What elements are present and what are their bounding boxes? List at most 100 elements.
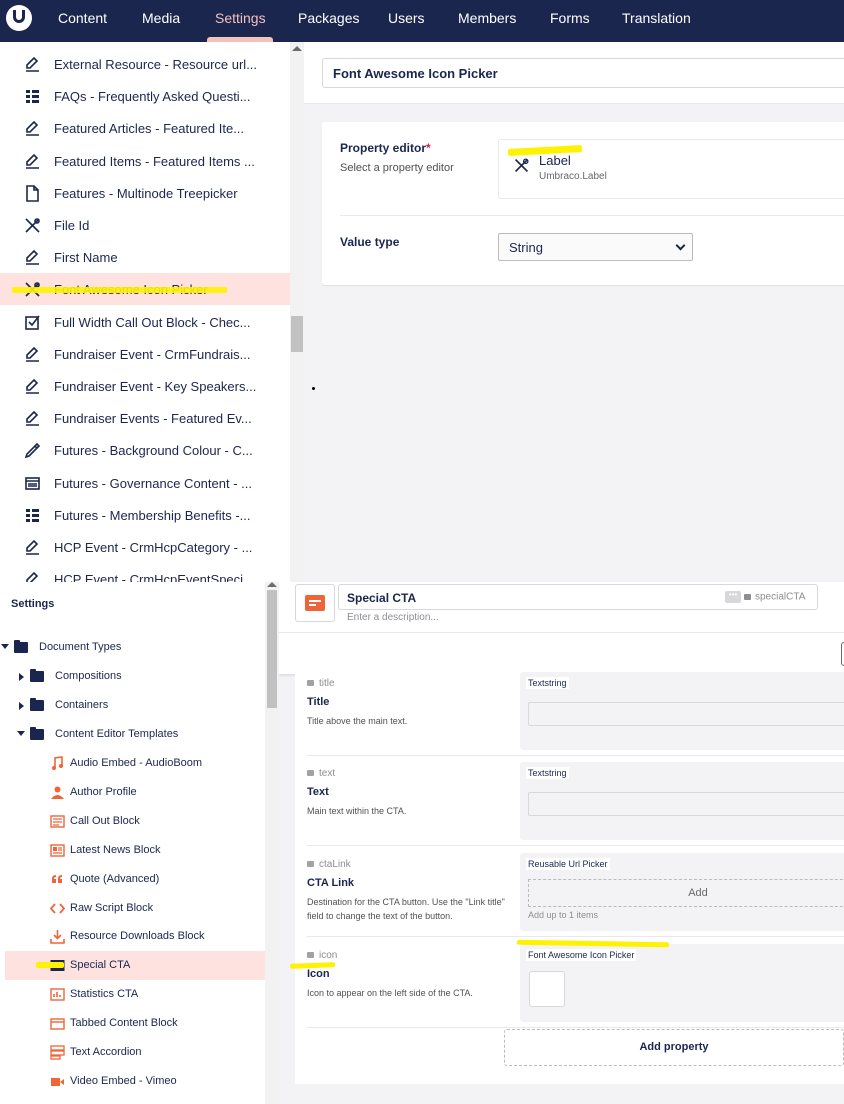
tree-item[interactable]: HCP Event - CrmHcpEventSpeci... [0, 563, 290, 582]
property-preview: Textstring [520, 672, 844, 750]
nav-packages[interactable]: Packages [290, 0, 367, 42]
umbraco-logo-icon[interactable] [6, 5, 32, 31]
tree-item-label: Fundraiser Events - Featured Ev... [54, 411, 252, 427]
edit-icon [24, 378, 41, 395]
tree-item[interactable]: Featured Items - Featured Items ... [0, 145, 290, 177]
tree-item-label: Call Out Block [70, 814, 140, 827]
scroll-up-arrow-icon[interactable] [267, 582, 277, 587]
nav-settings[interactable]: Settings [207, 0, 274, 42]
top-navigation: Content Media Settings Packages Users Me… [0, 0, 844, 42]
tree-item-content-editor-templates[interactable]: Content Editor Templates [0, 720, 265, 749]
tree-item-label: Resource Downloads Block [70, 930, 205, 943]
folder-icon [30, 727, 44, 740]
list-icon [24, 88, 41, 105]
caret-down-icon[interactable] [1, 644, 9, 649]
property-row-title[interactable]: title Title Title above the main text. T… [307, 666, 844, 756]
tree-item[interactable]: Features - Multinode Treepicker [0, 177, 290, 209]
tools-icon [513, 157, 533, 177]
tree-item-template[interactable]: Call Out Block [5, 807, 265, 836]
tree-item-label: Content Editor Templates [55, 728, 179, 740]
document-icon [24, 184, 41, 202]
tree-item-template[interactable]: Audio Embed - AudioBoom [5, 749, 265, 778]
tree-item-label: Futures - Governance Content - ... [54, 475, 252, 491]
datatype-name-input[interactable]: Font Awesome Icon Picker [322, 58, 844, 88]
scroll-up-arrow-icon[interactable] [292, 46, 302, 51]
tree-item-template[interactable]: Text Accordion [5, 1038, 265, 1067]
nav-content[interactable]: Content [50, 0, 115, 42]
tree-item-template[interactable]: Statistics CTA [5, 980, 265, 1009]
code-icon [49, 901, 66, 916]
tree-item-template[interactable]: Author Profile [5, 778, 265, 807]
tree-item[interactable]: Fundraiser Events - Featured Ev... [0, 402, 290, 434]
property-row-text[interactable]: text Text Main text within the CTA. Text… [307, 756, 844, 846]
property-row-cta-link[interactable]: ctaLink CTA Link Destination for the CTA… [307, 847, 844, 937]
tree-item-label: First Name [54, 250, 118, 266]
doctype-icon-picker[interactable] [295, 584, 335, 622]
tree-item[interactable]: Futures - Membership Benefits -... [0, 499, 290, 531]
tree-item[interactable]: HCP Event - CrmHcpCategory - ... [0, 531, 290, 563]
tree-item-label: Statistics CTA [70, 988, 139, 1001]
tree-item-template[interactable]: Quote (Advanced) [5, 865, 265, 894]
tree-item-template[interactable]: Raw Script Block [5, 894, 265, 923]
tree-item[interactable]: Featured Articles - Featured Ite... [0, 112, 290, 144]
lock-icon[interactable] [744, 594, 751, 600]
tree-item[interactable]: Futures - Background Colour - C... [0, 434, 290, 466]
value-type-select[interactable]: String [498, 233, 693, 261]
tree-item-label: Fundraiser Event - CrmFundrais... [54, 346, 251, 362]
edit-icon [24, 410, 41, 427]
tree-item-document-types[interactable]: Document Types [0, 633, 265, 662]
tree-item[interactable]: Futures - Governance Content - ... [0, 467, 290, 499]
folder-icon [30, 669, 44, 682]
tree-item[interactable]: Fundraiser Event - Key Speakers... [0, 370, 290, 402]
tree-item[interactable]: First Name [0, 241, 290, 273]
doctype-alias[interactable]: ••• specialCTA [725, 591, 805, 603]
nav-members[interactable]: Members [450, 0, 524, 42]
more-icon[interactable]: ••• [725, 591, 741, 603]
doctype-editor: Special CTA ••• specialCTA Enter a descri… [279, 582, 844, 1104]
highlight-mark [36, 962, 64, 968]
tree-item-template[interactable]: Latest News Block [5, 836, 265, 865]
tree-item-label: Featured Items - Featured Items ... [54, 153, 255, 169]
tree-item[interactable]: External Resource - Resource url... [0, 48, 290, 80]
property-name: Title [307, 696, 330, 708]
tree-item[interactable]: File Id [0, 209, 290, 241]
id-card-icon [305, 595, 325, 611]
scrollbar-thumb[interactable] [267, 590, 277, 708]
tree-item-label: Fundraiser Event - Key Speakers... [54, 379, 257, 394]
tree-item-label: HCP Event - CrmHcpCategory - ... [54, 540, 253, 555]
preview-hint: Add up to 1 items [528, 910, 599, 920]
tree-item[interactable]: Full Width Call Out Block - Chec... [0, 306, 290, 338]
property-editor-type: Textstring [526, 767, 569, 779]
doctype-description-input[interactable]: Enter a description... [347, 612, 439, 623]
tree-item-template[interactable]: Resource Downloads Block [5, 922, 265, 951]
tree-item-label: FAQs - Frequently Asked Questi... [54, 89, 251, 105]
settings-tree-scrollbar[interactable] [265, 582, 279, 1104]
nav-media[interactable]: Media [134, 0, 188, 42]
property-row-icon[interactable]: icon Icon Icon to appear on the left sid… [307, 938, 844, 1028]
nav-forms[interactable]: Forms [542, 0, 598, 42]
caret-right-icon[interactable] [19, 702, 24, 710]
tree-item[interactable]: Fundraiser Event - CrmFundrais... [0, 338, 290, 370]
property-name: Text [307, 786, 329, 798]
tree-item-label: Audio Embed - AudioBoom [70, 757, 203, 769]
tree-item-label: Special CTA [70, 959, 131, 972]
tree-item[interactable]: FAQs - Frequently Asked Questi... [0, 80, 290, 112]
add-property-button[interactable]: Add property [504, 1029, 844, 1066]
tree-scrollbar[interactable] [290, 42, 304, 582]
tree-item-containers[interactable]: Containers [0, 691, 265, 720]
scrollbar-thumb[interactable] [291, 316, 303, 352]
stats-icon [50, 987, 65, 1002]
tree-item-label: Quote (Advanced) [70, 872, 160, 885]
quote-icon [50, 872, 65, 887]
chevron-down-icon [675, 240, 686, 251]
settings-section-title: Settings [11, 598, 55, 610]
caret-right-icon[interactable] [19, 673, 24, 681]
nav-users[interactable]: Users [380, 0, 433, 42]
stray-dot [312, 387, 315, 390]
caret-down-icon[interactable] [17, 731, 25, 736]
nav-translation[interactable]: Translation [614, 0, 699, 42]
property-alias: icon [307, 950, 337, 961]
tree-item-template[interactable]: Video Embed - Vimeo [5, 1067, 265, 1096]
tree-item-compositions[interactable]: Compositions [0, 662, 265, 691]
tree-item-template[interactable]: Tabbed Content Block [5, 1009, 265, 1038]
